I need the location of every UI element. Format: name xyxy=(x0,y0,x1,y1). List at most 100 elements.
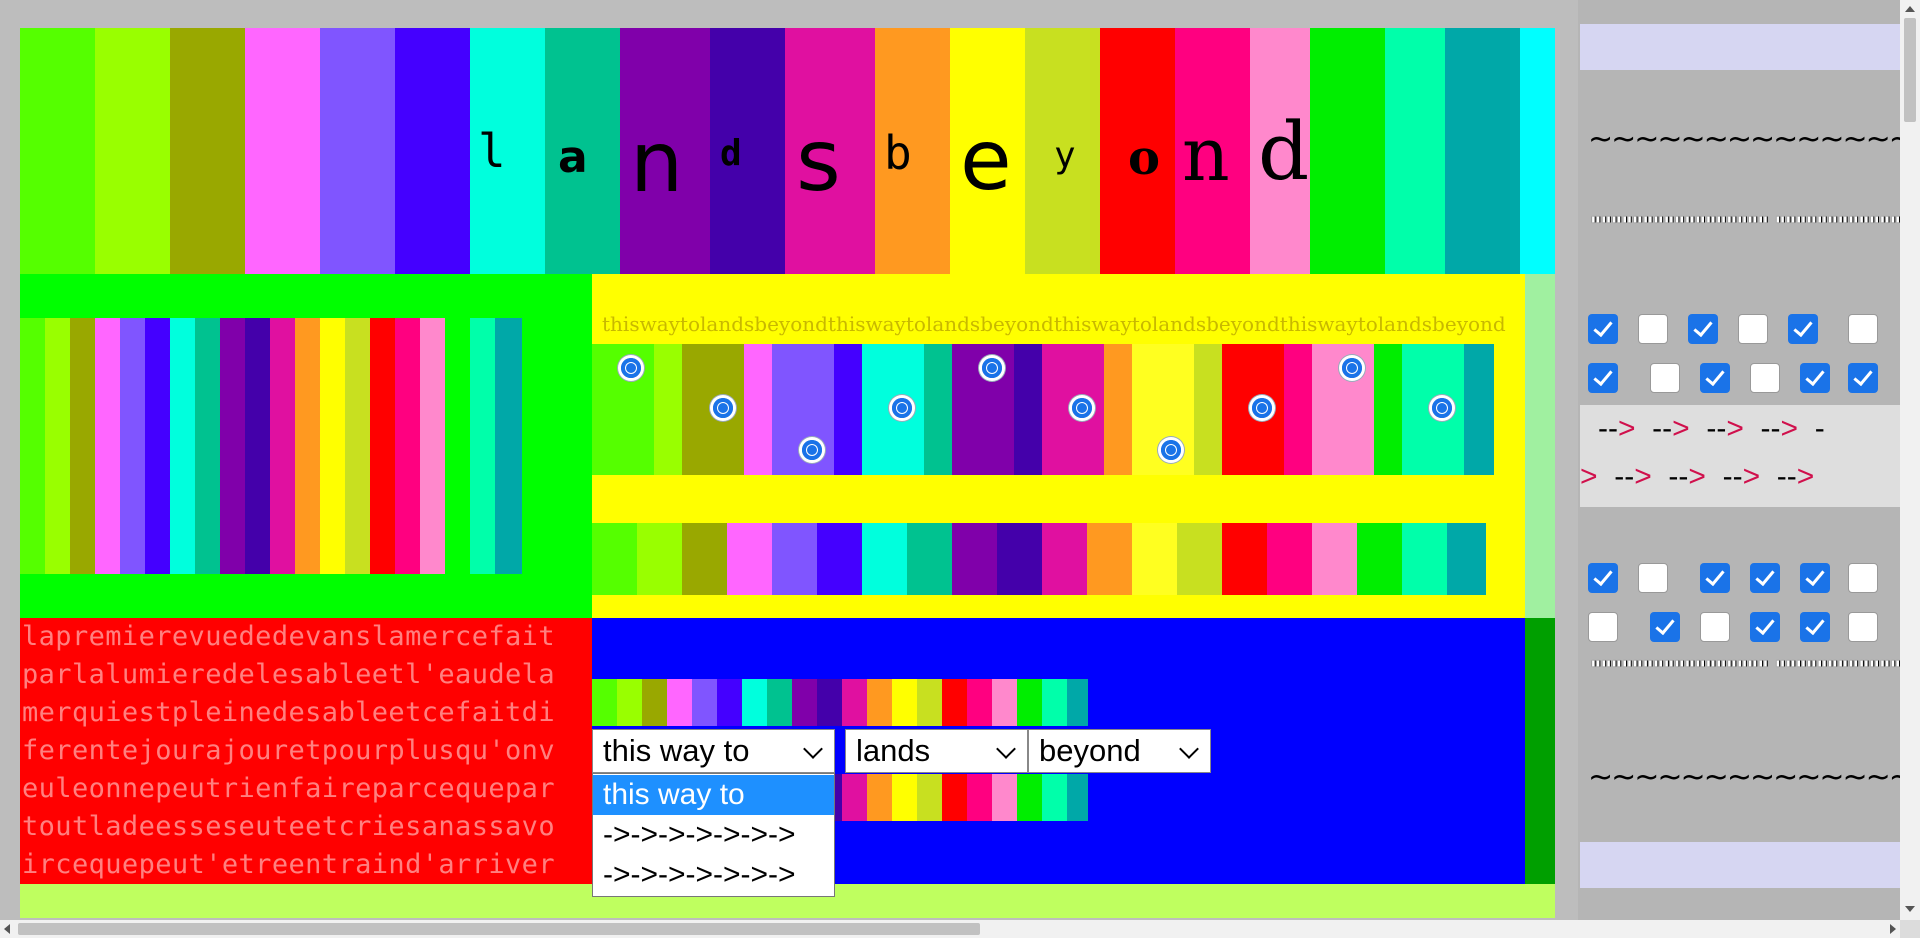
color-stripe xyxy=(1194,344,1222,475)
select-lands[interactable]: lands xyxy=(845,729,1028,773)
color-stripe xyxy=(867,679,892,726)
color-stripe xyxy=(1402,523,1447,595)
arrow-dashes: -- xyxy=(1651,460,1689,493)
checkbox[interactable] xyxy=(1638,314,1668,344)
checkbox[interactable] xyxy=(1750,563,1780,593)
color-stripe xyxy=(642,679,667,726)
select-beyond[interactable]: beyond xyxy=(1028,729,1211,773)
color-stripe xyxy=(195,318,220,574)
radio-dot xyxy=(897,403,907,413)
checkbox[interactable] xyxy=(1588,314,1618,344)
radio-button[interactable] xyxy=(1339,355,1365,381)
checkbox[interactable] xyxy=(1700,563,1730,593)
color-stripe xyxy=(1374,344,1402,475)
color-stripe xyxy=(270,318,295,574)
radio-button[interactable] xyxy=(1429,395,1455,421)
color-stripe xyxy=(320,318,345,574)
radio-dot xyxy=(1257,403,1267,413)
color-stripe xyxy=(667,679,692,726)
radio-button[interactable] xyxy=(1069,395,1095,421)
color-stripe xyxy=(842,679,867,726)
checkbox[interactable] xyxy=(1738,314,1768,344)
radio-dot xyxy=(626,363,636,373)
radio-button[interactable] xyxy=(618,355,644,381)
arrow-dashes: -- xyxy=(1598,412,1618,445)
checkbox[interactable] xyxy=(1800,563,1830,593)
checkbox[interactable] xyxy=(1700,612,1730,642)
banner-letter: e xyxy=(960,111,1012,209)
blue-right-edge xyxy=(1525,618,1555,884)
horizontal-scrollbar[interactable] xyxy=(0,920,1920,938)
color-stripe xyxy=(1017,774,1042,821)
radio-button[interactable] xyxy=(799,437,825,463)
color-stripe xyxy=(170,318,195,574)
checkbox[interactable] xyxy=(1650,363,1680,393)
radio-button[interactable] xyxy=(889,395,915,421)
radio-dot xyxy=(1347,363,1357,373)
arrow-dashes: -- xyxy=(1597,460,1635,493)
color-stripe xyxy=(70,318,95,574)
color-stripe xyxy=(792,679,817,726)
arrow-head: > xyxy=(1617,412,1636,445)
color-stripe xyxy=(617,679,642,726)
scroll-up-arrow-icon[interactable] xyxy=(1905,6,1915,12)
arrow-dashes: -- xyxy=(1743,412,1781,445)
color-stripe xyxy=(967,774,992,821)
radio-button[interactable] xyxy=(710,395,736,421)
select-this-way-to[interactable]: this way to xyxy=(592,729,835,773)
checkbox[interactable] xyxy=(1638,563,1668,593)
dropdown-option[interactable]: ->->->->->->-> xyxy=(593,815,834,855)
color-stripe xyxy=(1357,523,1402,595)
checkbox[interactable] xyxy=(1750,612,1780,642)
scroll-right-arrow-icon[interactable] xyxy=(1890,924,1896,934)
checkbox[interactable] xyxy=(1588,563,1618,593)
vertical-scroll-thumb[interactable] xyxy=(1904,18,1916,122)
color-stripe xyxy=(1464,344,1494,475)
color-stripe xyxy=(145,318,170,574)
vertical-scrollbar[interactable] xyxy=(1900,0,1920,920)
checkbox[interactable] xyxy=(1750,363,1780,393)
horizontal-scroll-thumb[interactable] xyxy=(18,923,980,935)
scroll-left-arrow-icon[interactable] xyxy=(4,924,10,934)
tagline: thiswaytolandsbeyondthiswaytolandsbeyond… xyxy=(602,312,1506,336)
poem-panel: lapremierevuededevanslamercefait parlalum… xyxy=(20,618,592,884)
color-stripe xyxy=(120,318,145,574)
color-stripe xyxy=(727,523,772,595)
checkbox[interactable] xyxy=(1700,363,1730,393)
banner-letter: l xyxy=(478,124,506,178)
dropdown-list: this way to ->->->->->->-> ->->->->->->-… xyxy=(592,773,835,897)
checkbox[interactable] xyxy=(1848,612,1878,642)
checkbox[interactable] xyxy=(1788,314,1818,344)
checkbox[interactable] xyxy=(1588,363,1618,393)
radio-button[interactable] xyxy=(1158,437,1184,463)
color-stripe xyxy=(1284,344,1312,475)
poem-line: toutladeesseseuteetcriesanassavo xyxy=(22,811,555,842)
arrow-dashes: -- xyxy=(1705,460,1743,493)
color-stripe xyxy=(717,679,742,726)
poem-line: ircequepeut'etreentraind'arriver xyxy=(22,849,555,880)
banner-letter: s xyxy=(796,111,841,211)
checkbox[interactable] xyxy=(1848,563,1878,593)
scrollbar-corner xyxy=(1900,920,1920,938)
banner-letter: b xyxy=(884,126,912,180)
checkbox[interactable] xyxy=(1688,314,1718,344)
radio-button[interactable] xyxy=(1249,395,1275,421)
select-value: beyond xyxy=(1039,733,1141,768)
dropdown-option[interactable]: this way to xyxy=(593,775,834,815)
checkbox[interactable] xyxy=(1800,612,1830,642)
arrow-panel: --> --> --> --> - > --> --> --> --> xyxy=(1580,405,1900,507)
sidebar-top-bar xyxy=(1580,24,1900,70)
checkbox[interactable] xyxy=(1588,612,1618,642)
checkbox[interactable] xyxy=(1650,612,1680,642)
color-stripe xyxy=(1104,344,1132,475)
checkbox[interactable] xyxy=(1848,314,1878,344)
checkbox[interactable] xyxy=(1848,363,1878,393)
radio-button[interactable] xyxy=(979,355,1005,381)
color-stripe xyxy=(1042,523,1087,595)
arrow-head: > xyxy=(1688,460,1706,493)
color-stripe xyxy=(1222,523,1267,595)
checkbox[interactable] xyxy=(1800,363,1830,393)
arrow-head: > xyxy=(1580,460,1598,493)
scroll-down-arrow-icon[interactable] xyxy=(1905,906,1915,912)
dropdown-option[interactable]: ->->->->->->-> xyxy=(593,855,834,895)
